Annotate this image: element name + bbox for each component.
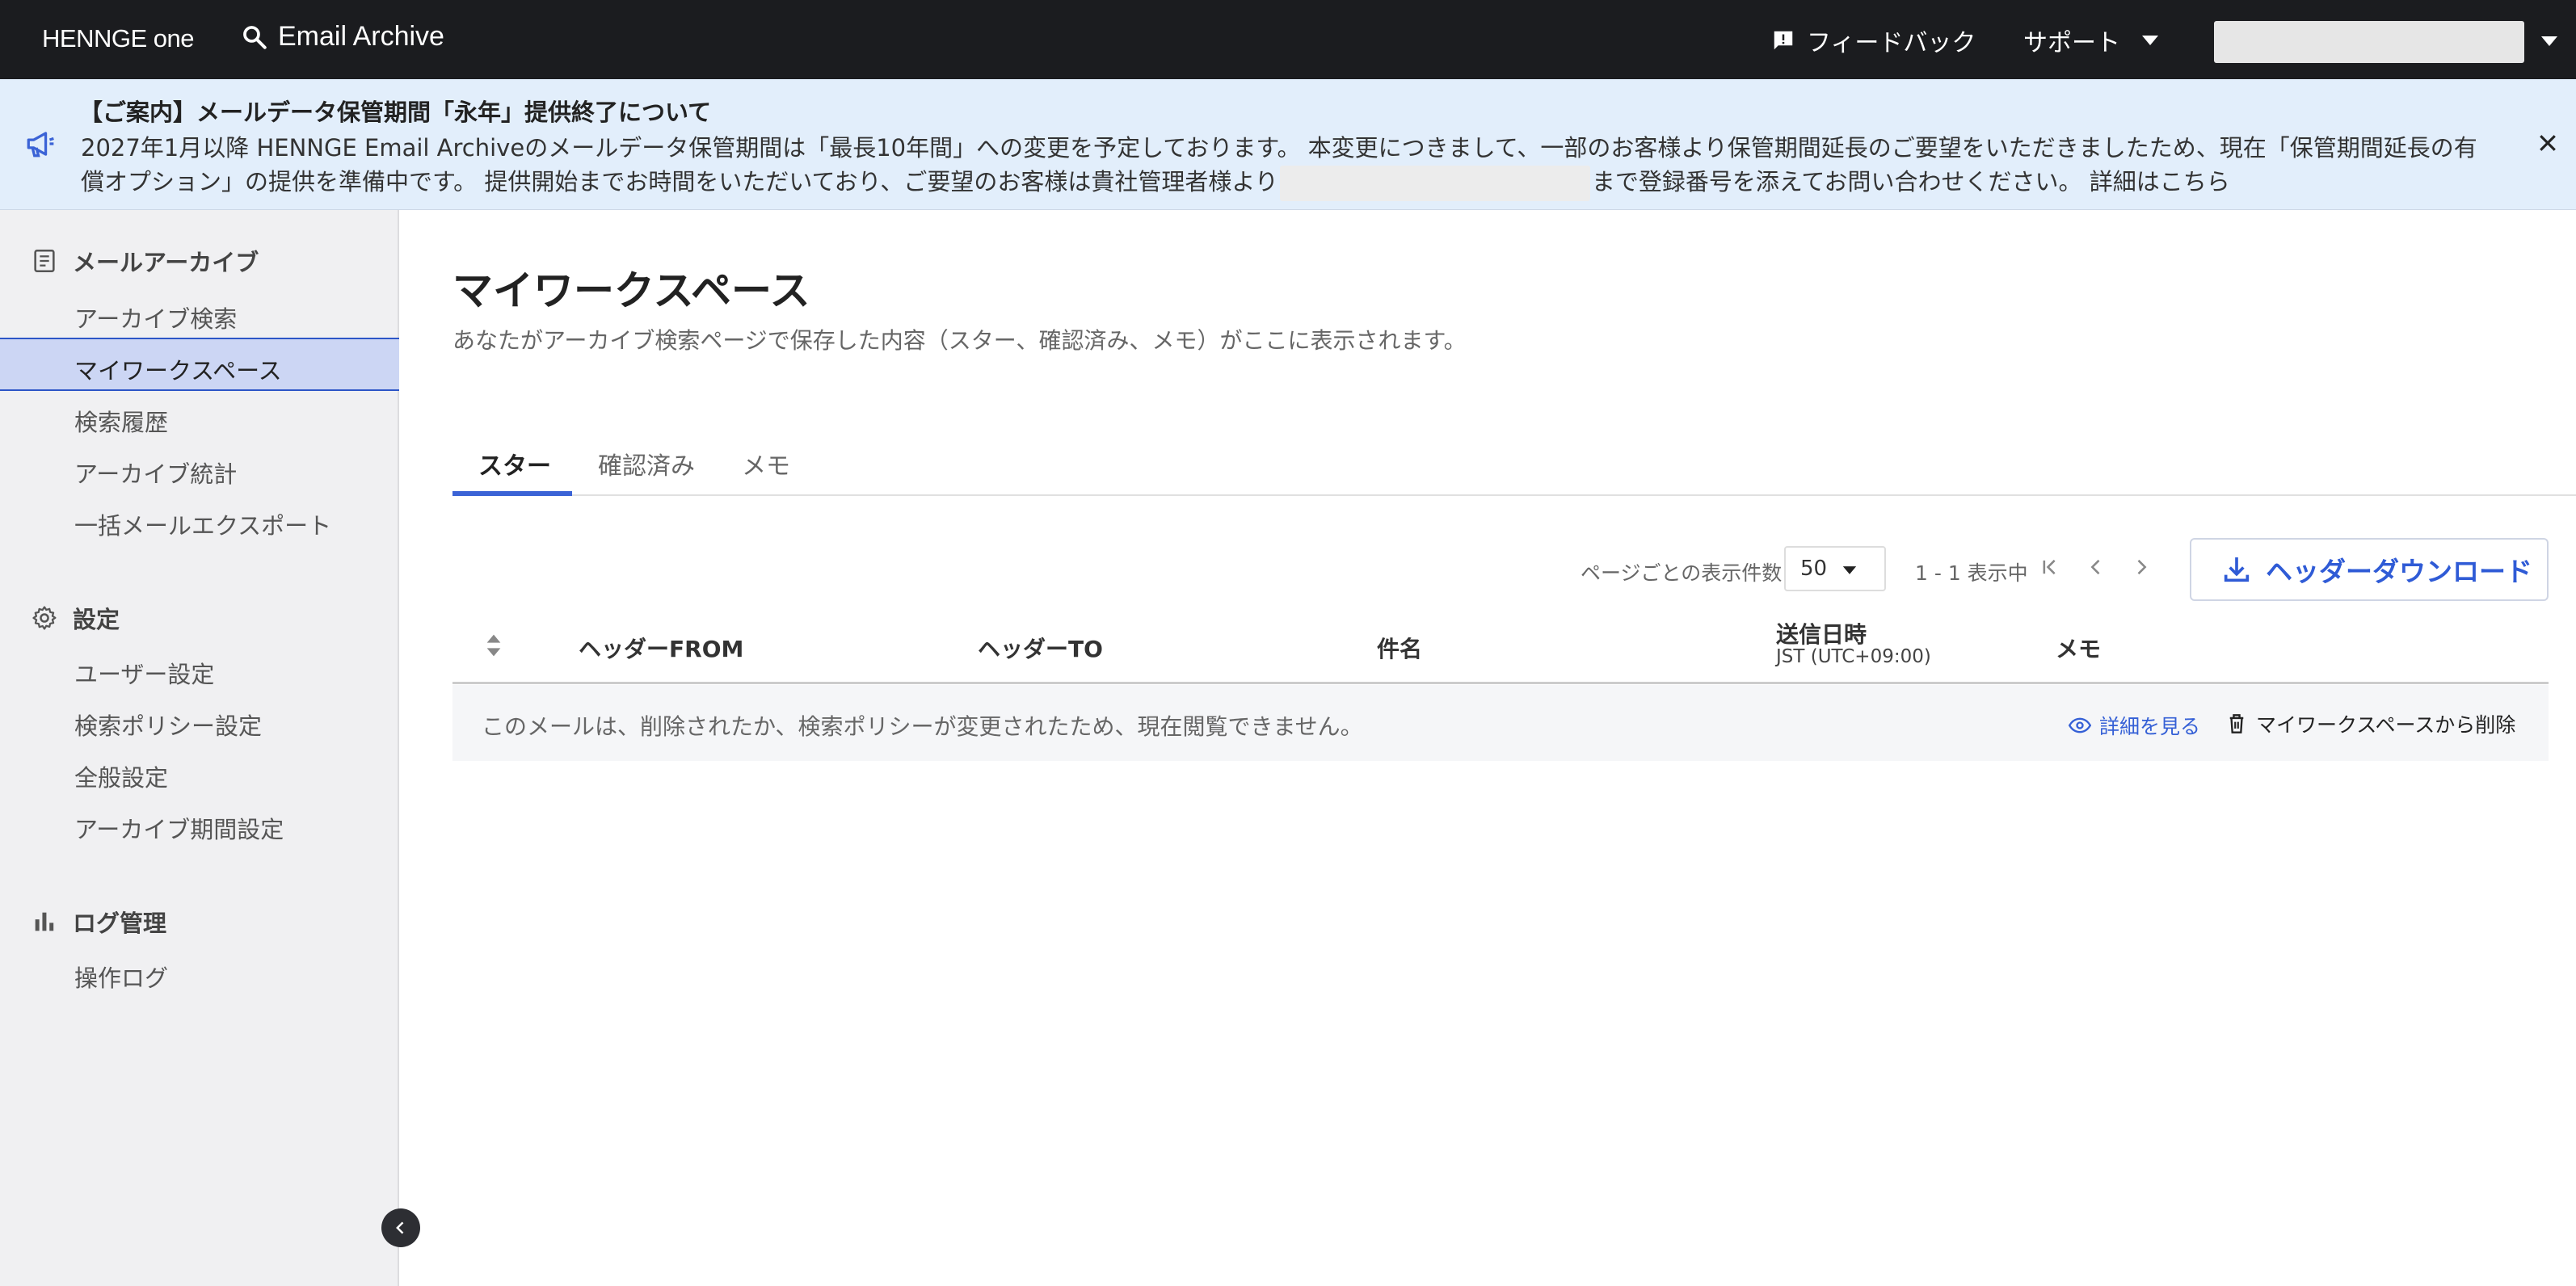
- tabs-divider: [452, 494, 2576, 496]
- table-row: このメールは、削除されたか、検索ポリシーが変更されたため、現在閲覧できません。 …: [452, 685, 2549, 761]
- tab-memo[interactable]: メモ: [742, 446, 790, 481]
- tab-confirmed[interactable]: 確認済み: [598, 446, 695, 481]
- column-header-memo[interactable]: メモ: [2056, 632, 2101, 664]
- chevron-down-icon: [2142, 36, 2158, 45]
- header-download-button[interactable]: ヘッダーダウンロード: [2190, 538, 2549, 601]
- search-icon: [243, 25, 267, 49]
- active-tab-indicator: [452, 491, 572, 496]
- account-chevron-down-icon[interactable]: [2540, 36, 2558, 47]
- column-header-to[interactable]: ヘッダーTO: [978, 632, 1103, 664]
- column-header-sent-date[interactable]: 送信日時: [1776, 617, 1867, 649]
- tab-star[interactable]: スター: [478, 446, 551, 481]
- logo-suffix: one: [153, 24, 195, 53]
- column-header-timezone: JST (UTC+09:00): [1776, 646, 1931, 667]
- sidebar-section-archive: メールアーカイブ: [31, 244, 259, 278]
- app-title-text: Email Archive: [278, 21, 444, 52]
- archive-icon: [34, 249, 55, 273]
- chevron-left-icon: [396, 1221, 404, 1234]
- eye-icon: [2069, 717, 2091, 733]
- view-details-link[interactable]: 詳細を見る: [2069, 711, 2200, 740]
- sidebar-section-label: ログ管理: [73, 910, 167, 937]
- sidebar-section-label: メールアーカイブ: [73, 249, 259, 276]
- sidebar-section-label: 設定: [73, 606, 120, 633]
- row-unavailable-message: このメールは、削除されたか、検索ポリシーが変更されたため、現在閲覧できません。: [482, 713, 1363, 740]
- logo-prefix: HENNGE: [42, 24, 147, 53]
- henngeone-logo[interactable]: HENNGE one: [42, 24, 195, 53]
- chevron-down-icon: [1842, 566, 1857, 574]
- column-header-from[interactable]: ヘッダーFROM: [579, 632, 743, 664]
- account-menu[interactable]: [2214, 21, 2524, 63]
- remove-from-workspace-button[interactable]: マイワークスペースから削除: [2227, 709, 2515, 738]
- support-menu[interactable]: サポート: [2023, 23, 2159, 58]
- support-label: サポート: [2023, 29, 2120, 57]
- sidebar-item-archive-search[interactable]: アーカイブ検索: [74, 300, 237, 334]
- per-page-select[interactable]: 50: [1784, 546, 1886, 591]
- top-bar: HENNGE one Email Archive フィードバック サポート: [0, 0, 2576, 79]
- sidebar-item-archive-stats[interactable]: アーカイブ統計: [74, 456, 237, 490]
- sidebar-item-search-policy[interactable]: 検索ポリシー設定: [74, 708, 262, 742]
- feedback-label: フィードバック: [1807, 29, 1976, 57]
- redacted-email: [1279, 166, 1590, 201]
- download-icon: [2224, 557, 2250, 582]
- sidebar-item-user-settings[interactable]: ユーザー設定: [74, 656, 214, 690]
- table-header-divider: [452, 682, 2549, 684]
- remove-label: マイワークスペースから削除: [2256, 713, 2516, 737]
- sidebar-item-bulk-export[interactable]: 一括メールエクスポート: [74, 507, 331, 541]
- download-label: ヘッダーダウンロード: [2266, 556, 2532, 587]
- sidebar-collapse-button[interactable]: [381, 1208, 420, 1247]
- sidebar-item-search-history[interactable]: 検索履歴: [74, 404, 168, 438]
- sidebar-item-operation-log[interactable]: 操作ログ: [74, 960, 168, 994]
- app-title[interactable]: Email Archive: [241, 21, 444, 53]
- page-title: マイワークスペース: [452, 267, 810, 314]
- per-page-label: ページごとの表示件数: [1581, 561, 1783, 585]
- first-page-icon[interactable]: [2039, 556, 2062, 578]
- pagination-range: 1 - 1 表示中: [1915, 561, 2028, 585]
- per-page-value: 50: [1800, 557, 1828, 581]
- sidebar-item-archive-period[interactable]: アーカイブ期間設定: [74, 811, 284, 845]
- sort-icon[interactable]: [485, 633, 503, 658]
- notice-body-text-2: まで登録番号を添えてお問い合わせください。 詳細はこちら: [1591, 168, 2230, 195]
- column-header-subject[interactable]: 件名: [1377, 632, 1422, 664]
- feedback-button[interactable]: フィードバック: [1771, 23, 1976, 58]
- page-description: あなたがアーカイブ検索ページで保存した内容（スター、確認済み、メモ）がここに表示…: [452, 327, 1467, 354]
- sidebar: メールアーカイブ アーカイブ検索 マイワークスペース 検索履歴 アーカイブ統計 …: [0, 210, 399, 1286]
- sidebar-item-my-workspace[interactable]: マイワークスペース: [74, 352, 282, 386]
- notice-body: 2027年1月以降 HENNGE Email Archiveのメールデータ保管期…: [81, 131, 2489, 201]
- close-icon[interactable]: [2536, 131, 2560, 155]
- trash-icon: [2229, 714, 2244, 733]
- previous-page-icon[interactable]: [2085, 556, 2107, 578]
- gear-icon: [32, 606, 57, 630]
- sidebar-item-general-settings[interactable]: 全般設定: [74, 759, 168, 793]
- notice-title: 【ご案内】メールデータ保管期間「永年」提供終了について: [79, 99, 712, 126]
- feedback-icon: [1774, 31, 1793, 50]
- view-details-label: 詳細を見る: [2099, 715, 2201, 738]
- next-page-icon[interactable]: [2130, 556, 2153, 578]
- notice-banner: 【ご案内】メールデータ保管期間「永年」提供終了について 2027年1月以降 HE…: [0, 79, 2576, 210]
- sidebar-section-logs: ログ管理: [31, 905, 166, 939]
- megaphone-icon: [27, 132, 54, 158]
- sidebar-section-settings: 設定: [31, 601, 120, 635]
- bar-chart-icon: [35, 912, 54, 931]
